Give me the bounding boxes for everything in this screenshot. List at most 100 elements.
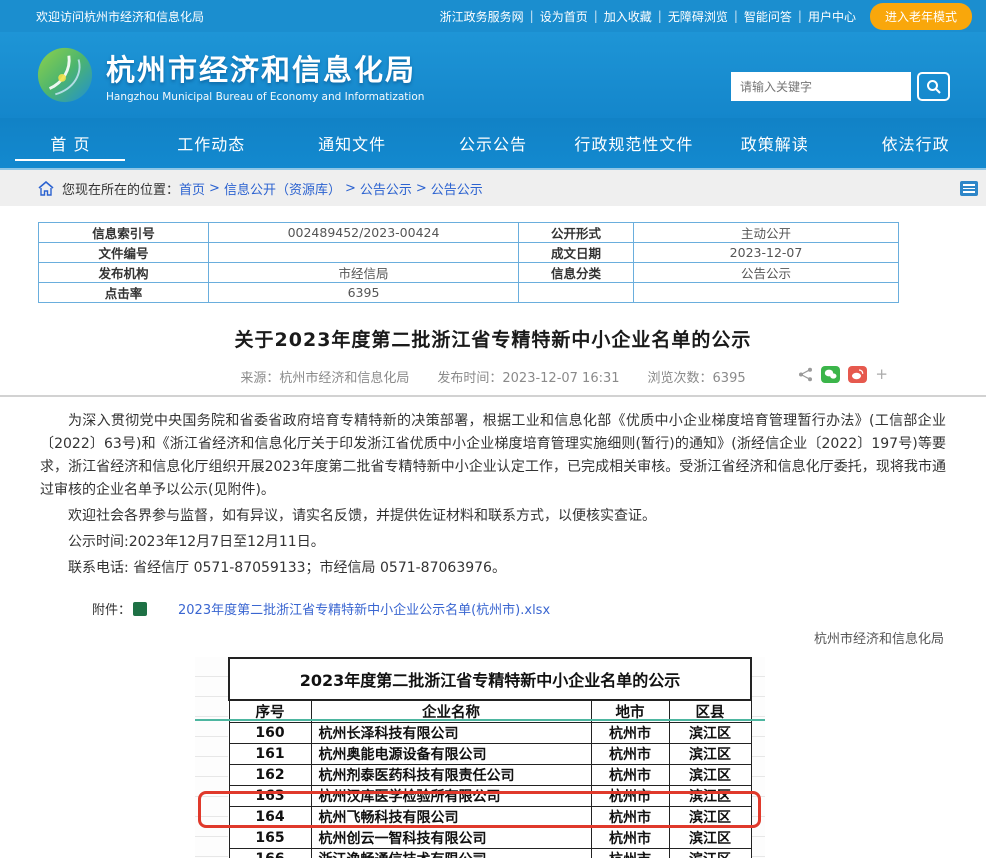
info-label: 信息索引号 — [39, 223, 209, 243]
table-cell: 163 — [229, 786, 311, 807]
share-toolbar: + — [798, 365, 888, 383]
breadcrumb-link-home[interactable]: 首页 — [179, 179, 205, 198]
table-cell: 滨江区 — [669, 807, 751, 828]
info-value: 主动公开 — [634, 223, 899, 243]
site-title: 杭州市经济和信息化局 — [106, 47, 424, 89]
top-link-user-center[interactable]: 用户中心 — [808, 8, 856, 25]
table-cell: 162 — [229, 765, 311, 786]
freeze-pane-line — [195, 719, 765, 721]
table-cell: 166 — [229, 849, 311, 858]
table-cell: 164 — [229, 807, 311, 828]
info-value: 6395 — [209, 283, 519, 303]
main-nav: 首 页 工作动态 通知文件 公示公告 行政规范性文件 政策解读 依法行政 — [0, 118, 986, 168]
table-cell: 杭州剂泰医药科技有限责任公司 — [311, 765, 591, 786]
announcement-table: 2023年度第二批浙江省专精特新中小企业名单的公示 序号 企业名称 地市 区县 … — [228, 657, 752, 858]
breadcrumb: 您现在所在的位置： 首页 > 信息公开（资源库） > 公告公示 > 公告公示 — [0, 168, 986, 206]
excel-file-icon: X — [133, 602, 147, 616]
table-cell: 杭州市 — [591, 744, 669, 765]
table-row: 163 杭州汉库医学检验所有限公司 杭州市 滨江区 — [229, 786, 751, 807]
meta-publish-time: 发布时间：2023-12-07 16:31 — [437, 367, 619, 386]
nav-item-policy-interpretation[interactable]: 政策解读 — [704, 118, 845, 168]
site-header: 杭州市经济和信息化局 Hangzhou Municipal Bureau of … — [0, 32, 986, 118]
announcement-table-title: 2023年度第二批浙江省专精特新中小企业名单的公示 — [229, 658, 751, 700]
home-icon — [38, 181, 54, 196]
table-cell: 杭州长泽科技有限公司 — [311, 723, 591, 744]
top-bar: 欢迎访问杭州市经济和信息化局 浙江政务服务网 | 设为首页 | 加入收藏 | 无… — [0, 0, 986, 32]
table-cell: 杭州奥能电源设备有限公司 — [311, 744, 591, 765]
breadcrumb-link-info-disclosure[interactable]: 信息公开（资源库） — [224, 179, 341, 198]
info-value: 2023-12-07 — [634, 243, 899, 263]
info-row: 文件编号 成文日期 2023-12-07 — [39, 243, 899, 263]
site-title-block: 杭州市经济和信息化局 Hangzhou Municipal Bureau of … — [106, 47, 424, 103]
nav-item-work-news[interactable]: 工作动态 — [141, 118, 282, 168]
table-cell: 杭州市 — [591, 849, 669, 858]
table-cell: 滨江区 — [669, 828, 751, 849]
table-cell: 滨江区 — [669, 849, 751, 858]
table-cell: 杭州汉库医学检验所有限公司 — [311, 786, 591, 807]
info-value — [634, 283, 899, 303]
info-row: 点击率 6395 — [39, 283, 899, 303]
table-row: 165 杭州创云一智科技有限公司 杭州市 滨江区 — [229, 828, 751, 849]
nav-item-law-administration[interactable]: 依法行政 — [845, 118, 986, 168]
table-row: 166 浙江逸畅通信技术有限公司 杭州市 滨江区 — [229, 849, 751, 858]
share-icon[interactable] — [798, 367, 813, 382]
quick-menu-icon[interactable] — [960, 181, 978, 196]
nav-item-announcements[interactable]: 公示公告 — [423, 118, 564, 168]
table-cell: 滨江区 — [669, 786, 751, 807]
paragraph: 公示时间:2023年12月7日至12月11日。 — [40, 531, 946, 554]
table-cell: 160 — [229, 723, 311, 744]
table-cell: 165 — [229, 828, 311, 849]
top-links: 浙江政务服务网 | 设为首页 | 加入收藏 | 无障碍浏览 | 智能问答 | 用… — [440, 3, 972, 30]
table-cell: 滨江区 — [669, 765, 751, 786]
info-row: 信息索引号 002489452/2023-00424 公开形式 主动公开 — [39, 223, 899, 243]
search-input[interactable] — [731, 72, 911, 101]
top-link-smart-qa[interactable]: 智能问答 — [744, 8, 792, 25]
article-body: 为深入贯彻党中央国务院和省委省政府培育专精特新的决策部署，根据工业和信息化部《优… — [0, 397, 986, 580]
attachment-link[interactable]: 2023年度第二批浙江省专精特新中小企业公示名单(杭州市).xlsx — [152, 599, 550, 618]
search-button[interactable] — [917, 72, 950, 101]
top-link-add-favorite[interactable]: 加入收藏 — [604, 8, 652, 25]
meta-source: 来源：杭州市经济和信息化局 — [240, 367, 409, 386]
paragraph: 联系电话: 省经信厅 0571-87059133；市经信局 0571-87063… — [40, 557, 946, 580]
article-meta: 来源：杭州市经济和信息化局 发布时间：2023-12-07 16:31 浏览次数… — [0, 365, 986, 387]
more-share-icon[interactable]: + — [875, 365, 888, 383]
breadcrumb-separator: > — [345, 181, 356, 196]
info-label — [519, 283, 634, 303]
top-link-accessibility[interactable]: 无障碍浏览 — [668, 8, 728, 25]
document-info-table: 信息索引号 002489452/2023-00424 公开形式 主动公开 文件编… — [38, 222, 899, 303]
info-label: 信息分类 — [519, 263, 634, 283]
info-value — [209, 243, 519, 263]
divider: | — [530, 9, 534, 23]
table-cell: 杭州飞畅科技有限公司 — [311, 807, 591, 828]
welcome-text: 欢迎访问杭州市经济和信息化局 — [36, 8, 204, 25]
nav-item-notices[interactable]: 通知文件 — [282, 118, 423, 168]
info-label: 发布机构 — [39, 263, 209, 283]
table-cell: 浙江逸畅通信技术有限公司 — [311, 849, 591, 858]
table-cell: 杭州市 — [591, 765, 669, 786]
paragraph: 欢迎社会各界参与监督，如有异议，请实名反馈，并提供佐证材料和联系方式，以便核实查… — [40, 505, 946, 528]
table-cell: 杭州市 — [591, 723, 669, 744]
elder-mode-button[interactable]: 进入老年模式 — [870, 3, 972, 30]
info-label: 公开形式 — [519, 223, 634, 243]
nav-item-regulatory-docs[interactable]: 行政规范性文件 — [563, 118, 704, 168]
info-value: 002489452/2023-00424 — [209, 223, 519, 243]
breadcrumb-separator: > — [416, 181, 427, 196]
table-cell: 杭州创云一智科技有限公司 — [311, 828, 591, 849]
info-label: 文件编号 — [39, 243, 209, 263]
info-label: 点击率 — [39, 283, 209, 303]
top-link-zhejiang-service[interactable]: 浙江政务服务网 — [440, 8, 524, 25]
wechat-share-icon[interactable] — [821, 366, 840, 383]
weibo-share-icon[interactable] — [848, 366, 867, 383]
top-link-set-homepage[interactable]: 设为首页 — [540, 8, 588, 25]
divider: | — [658, 9, 662, 23]
site-title-english: Hangzhou Municipal Bureau of Economy and… — [106, 91, 424, 103]
table-row: 160 杭州长泽科技有限公司 杭州市 滨江区 — [229, 723, 751, 744]
breadcrumb-link-current[interactable]: 公告公示 — [431, 179, 483, 198]
nav-item-home[interactable]: 首 页 — [0, 118, 141, 168]
breadcrumb-link-announcements[interactable]: 公告公示 — [360, 179, 412, 198]
announcement-table-title-row: 2023年度第二批浙江省专精特新中小企业名单的公示 — [229, 658, 751, 700]
meta-views: 浏览次数：6395 — [648, 367, 746, 386]
table-row: 161 杭州奥能电源设备有限公司 杭州市 滨江区 — [229, 744, 751, 765]
attachment-label: 附件： — [66, 599, 131, 618]
attachment-row: 附件： X 2023年度第二批浙江省专精特新中小企业公示名单(杭州市).xlsx — [0, 583, 986, 618]
